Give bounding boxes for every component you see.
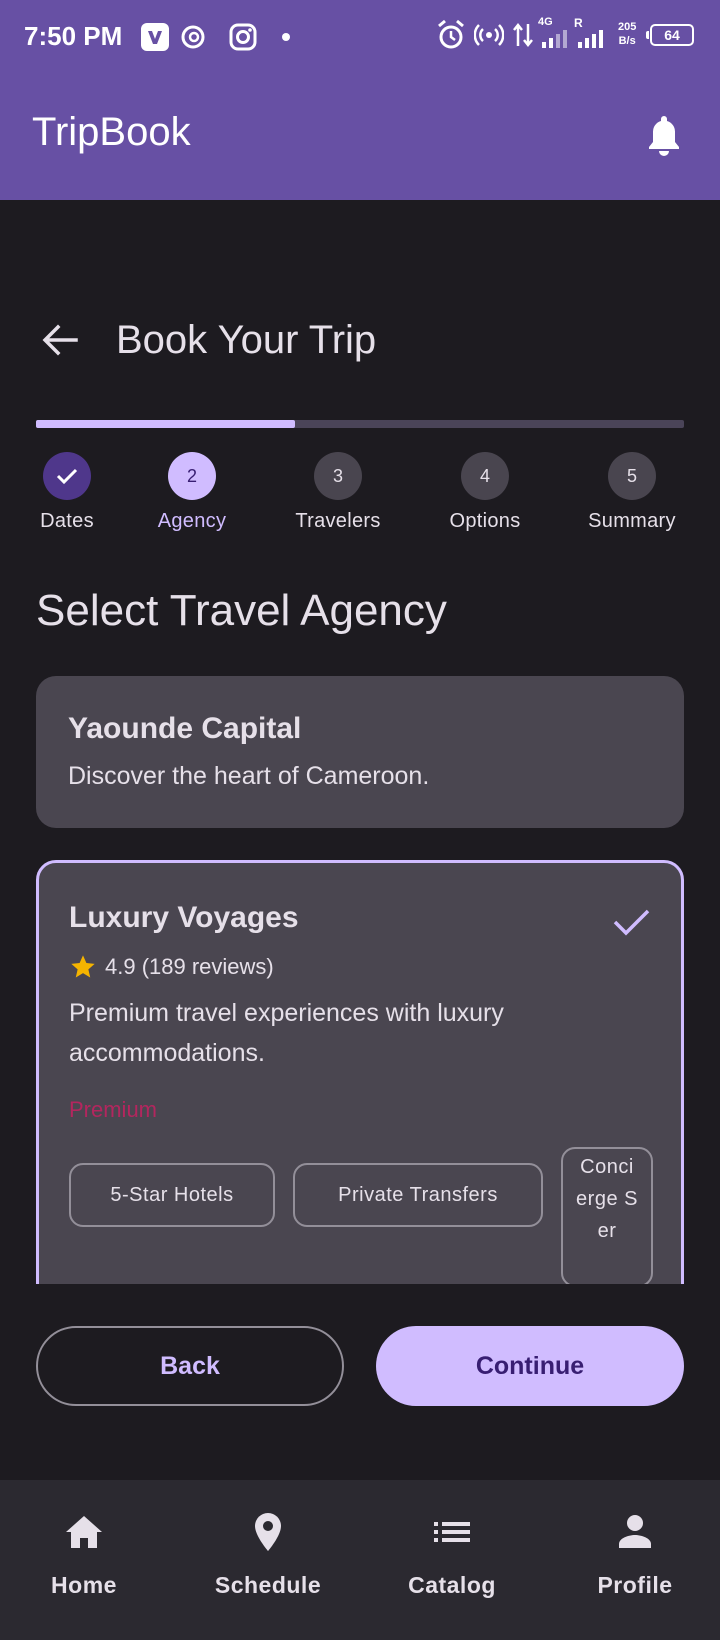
- notification-dot-icon: [282, 33, 290, 41]
- agency-rating: 4.9 (189 reviews): [69, 953, 274, 981]
- back-arrow-icon[interactable]: [40, 320, 80, 360]
- alarm-icon: [438, 19, 464, 49]
- signal-1-icon: [542, 30, 567, 48]
- agency-description: Discover the heart of Cameroon.: [68, 762, 430, 790]
- nav-label: Schedule: [214, 1572, 322, 1598]
- rating-text: 4.9 (189 reviews): [105, 954, 274, 979]
- nav-label: Home: [51, 1572, 117, 1598]
- notification-bell-icon[interactable]: [646, 114, 682, 156]
- step-dates: Dates: [0, 452, 137, 533]
- location-pin-icon: [255, 1513, 281, 1551]
- hotspot-icon: [474, 24, 504, 46]
- step-label: Options: [449, 510, 521, 532]
- nav-label: Profile: [597, 1572, 673, 1598]
- step-label: Agency: [157, 510, 227, 532]
- step-circle: 4: [461, 452, 509, 500]
- nav-label: Catalog: [408, 1572, 496, 1598]
- bottom-navigation: Home Schedule Catalog Profile: [0, 1480, 720, 1640]
- agency-card-selected[interactable]: Luxury Voyages 4.9 (189 reviews) Premium…: [36, 860, 684, 1284]
- step-travelers: 3 Travelers: [268, 452, 408, 533]
- progress-fill: [36, 420, 296, 428]
- step-label: Travelers: [295, 510, 381, 532]
- section-title: Select Travel Agency: [36, 586, 447, 635]
- network-speed: 205 B/s: [618, 21, 637, 47]
- feature-chip: 5-Star Hotels: [69, 1163, 275, 1227]
- instagram-app-icon: [229, 23, 257, 51]
- continue-button[interactable]: Continue: [376, 1326, 684, 1406]
- agency-card[interactable]: Yaounde Capital Discover the heart of Ca…: [36, 676, 684, 828]
- battery-indicator: 64: [646, 24, 694, 46]
- signal-2-icon: [578, 30, 603, 48]
- step-circle-active: 2: [168, 452, 216, 500]
- step-circle: 3: [314, 452, 362, 500]
- checkmark-icon: [56, 468, 78, 485]
- person-icon: [619, 1515, 651, 1548]
- nav-item-home[interactable]: Home: [0, 1510, 174, 1599]
- star-icon: [71, 955, 95, 978]
- nav-item-schedule[interactable]: Schedule: [178, 1510, 358, 1599]
- app-title: TripBook: [32, 110, 191, 154]
- selected-check-icon: [613, 909, 650, 936]
- feature-chip: Private Transfers: [293, 1163, 543, 1227]
- data-transfer-icon: [513, 22, 533, 48]
- nav-item-profile[interactable]: Profile: [545, 1510, 720, 1599]
- agency-name: Luxury Voyages: [69, 901, 299, 934]
- status-bar: 7:50 PM 4G R 205 B/s 64: [0, 0, 720, 72]
- step-summary: 5 Summary: [562, 452, 702, 533]
- status-time: 7:50 PM: [24, 21, 123, 51]
- step-options: 4 Options: [415, 452, 555, 533]
- step-label: Dates: [40, 510, 94, 532]
- app-bar: TripBook: [0, 72, 720, 200]
- home-icon: [66, 1516, 102, 1548]
- agency-list[interactable]: Yaounde Capital Discover the heart of Ca…: [0, 660, 720, 1284]
- nav-item-catalog[interactable]: Catalog: [362, 1510, 542, 1599]
- step-circle-complete: [43, 452, 91, 500]
- progress-bar: [36, 420, 684, 428]
- agency-description: Premium travel experiences with luxury a…: [69, 999, 504, 1067]
- agency-name: Yaounde Capital: [68, 712, 302, 745]
- back-button[interactable]: Back: [36, 1326, 344, 1406]
- step-circle: 5: [608, 452, 656, 500]
- list-icon: [434, 1522, 470, 1542]
- threads-app-icon: [181, 25, 205, 49]
- step-label: Summary: [588, 510, 676, 532]
- tier-badge: Premium: [69, 1097, 158, 1122]
- step-agency: 2 Agency: [122, 452, 262, 533]
- page-title: Book Your Trip: [116, 318, 377, 362]
- feature-chip: Concierge Ser: [561, 1147, 653, 1284]
- venmo-app-icon: [141, 23, 169, 51]
